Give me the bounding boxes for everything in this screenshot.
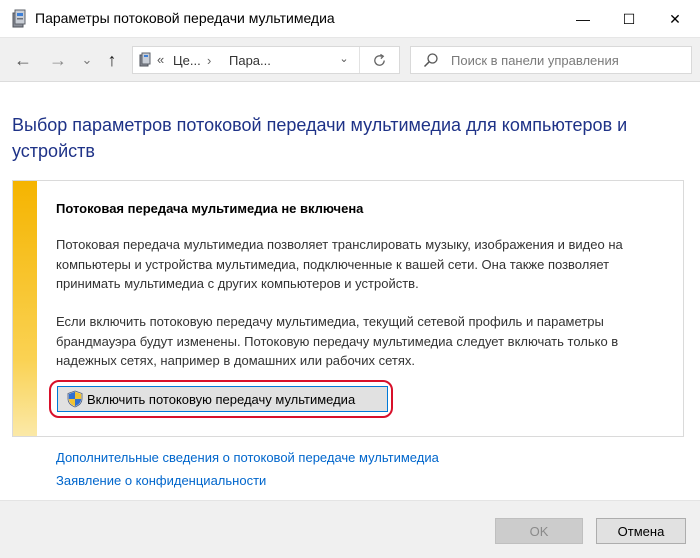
enable-streaming-label: Включить потоковую передачу мультимедиа [87, 391, 356, 407]
recent-locations-button[interactable]: ⌄ [78, 48, 96, 72]
dialog-footer: OK Отмена [0, 500, 700, 558]
page-title: Выбор параметров потоковой передачи муль… [12, 115, 628, 161]
minimize-button[interactable]: — [560, 0, 606, 38]
breadcrumb-separator-icon[interactable]: › [207, 53, 211, 68]
up-button[interactable]: ↑ [100, 48, 124, 72]
search-icon [423, 53, 438, 68]
enable-streaming-button[interactable]: Включить потоковую передачу мультимедиа [57, 386, 388, 412]
back-button[interactable]: ← [10, 48, 36, 72]
breadcrumb-control-panel[interactable]: Це... [173, 53, 201, 68]
warning-paragraph: Если включить потоковую передачу мультим… [56, 314, 619, 368]
ok-button[interactable]: OK [495, 518, 583, 544]
refresh-icon [373, 53, 385, 66]
search-box[interactable] [410, 46, 692, 74]
navigation-bar: ← → ⌄ ↑ « Це... › Пара... ⌄ [0, 38, 700, 82]
address-bar[interactable]: « Це... › Пара... ⌄ [132, 46, 400, 74]
maximize-button[interactable]: ☐ [606, 0, 652, 38]
cancel-button[interactable]: Отмена [596, 518, 686, 544]
breadcrumb-parameters[interactable]: Пара... [229, 53, 271, 68]
chevron-down-icon: ⌄ [81, 52, 93, 67]
control-panel-icon [139, 52, 151, 67]
arrow-right-icon: → [49, 49, 67, 70]
panel-heading: Потоковая передача мультимедиа не включе… [56, 201, 364, 216]
forward-button[interactable]: → [45, 48, 71, 72]
window-title: Параметры потоковой передачи мультимедиа [35, 10, 335, 26]
more-info-link[interactable]: Дополнительные сведения о потоковой пере… [56, 450, 439, 465]
overflow-chevron-icon[interactable]: « [157, 52, 164, 67]
arrow-left-icon: ← [14, 49, 32, 70]
uac-shield-icon [67, 390, 83, 408]
address-divider [359, 47, 360, 73]
description-paragraph: Потоковая передача мультимедиа позволяет… [56, 237, 623, 291]
search-input[interactable] [451, 51, 683, 69]
refresh-button[interactable] [369, 50, 389, 70]
media-streaming-icon [12, 9, 26, 28]
warning-stripe [13, 181, 37, 436]
privacy-statement-link[interactable]: Заявление о конфиденциальности [56, 473, 266, 488]
close-button[interactable]: ✕ [652, 0, 698, 38]
address-dropdown-icon[interactable]: ⌄ [336, 52, 352, 65]
title-bar: Параметры потоковой передачи мультимедиа… [0, 0, 700, 38]
arrow-up-icon: ↑ [107, 49, 117, 70]
